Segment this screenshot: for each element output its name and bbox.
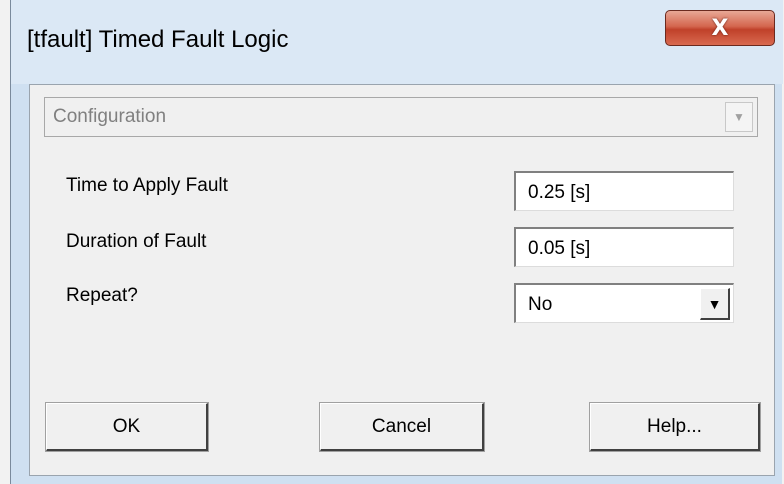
- duration-of-fault-value: 0.05 [s]: [528, 238, 591, 259]
- category-select[interactable]: Configuration ▼: [44, 97, 758, 137]
- time-to-apply-fault-field[interactable]: 0.25 [s]: [514, 171, 734, 211]
- title-bar[interactable]: [tfault] Timed Fault Logic X: [11, 0, 783, 84]
- category-select-value: Configuration: [53, 106, 167, 127]
- repeat-select[interactable]: No ▼: [514, 283, 734, 323]
- time-to-apply-fault-label: Time to Apply Fault: [66, 175, 228, 196]
- chevron-down-icon[interactable]: ▼: [725, 102, 753, 132]
- repeat-label: Repeat?: [66, 285, 138, 306]
- duration-of-fault-label: Duration of Fault: [66, 231, 207, 252]
- duration-of-fault-field[interactable]: 0.05 [s]: [514, 227, 734, 267]
- cancel-button[interactable]: Cancel: [319, 402, 485, 452]
- ok-button[interactable]: OK: [45, 402, 209, 452]
- time-to-apply-fault-value: 0.25 [s]: [528, 182, 591, 203]
- dialog-body: Configuration ▼ Time to Apply Fault 0.25…: [29, 84, 775, 476]
- help-button[interactable]: Help...: [589, 402, 761, 452]
- window-title: [tfault] Timed Fault Logic: [27, 26, 289, 53]
- close-button[interactable]: X: [665, 10, 775, 46]
- close-icon: X: [711, 15, 729, 41]
- dialog-window: [tfault] Timed Fault Logic X Configurati…: [10, 0, 783, 484]
- chevron-down-icon[interactable]: ▼: [700, 288, 730, 320]
- repeat-select-value: No: [528, 294, 553, 315]
